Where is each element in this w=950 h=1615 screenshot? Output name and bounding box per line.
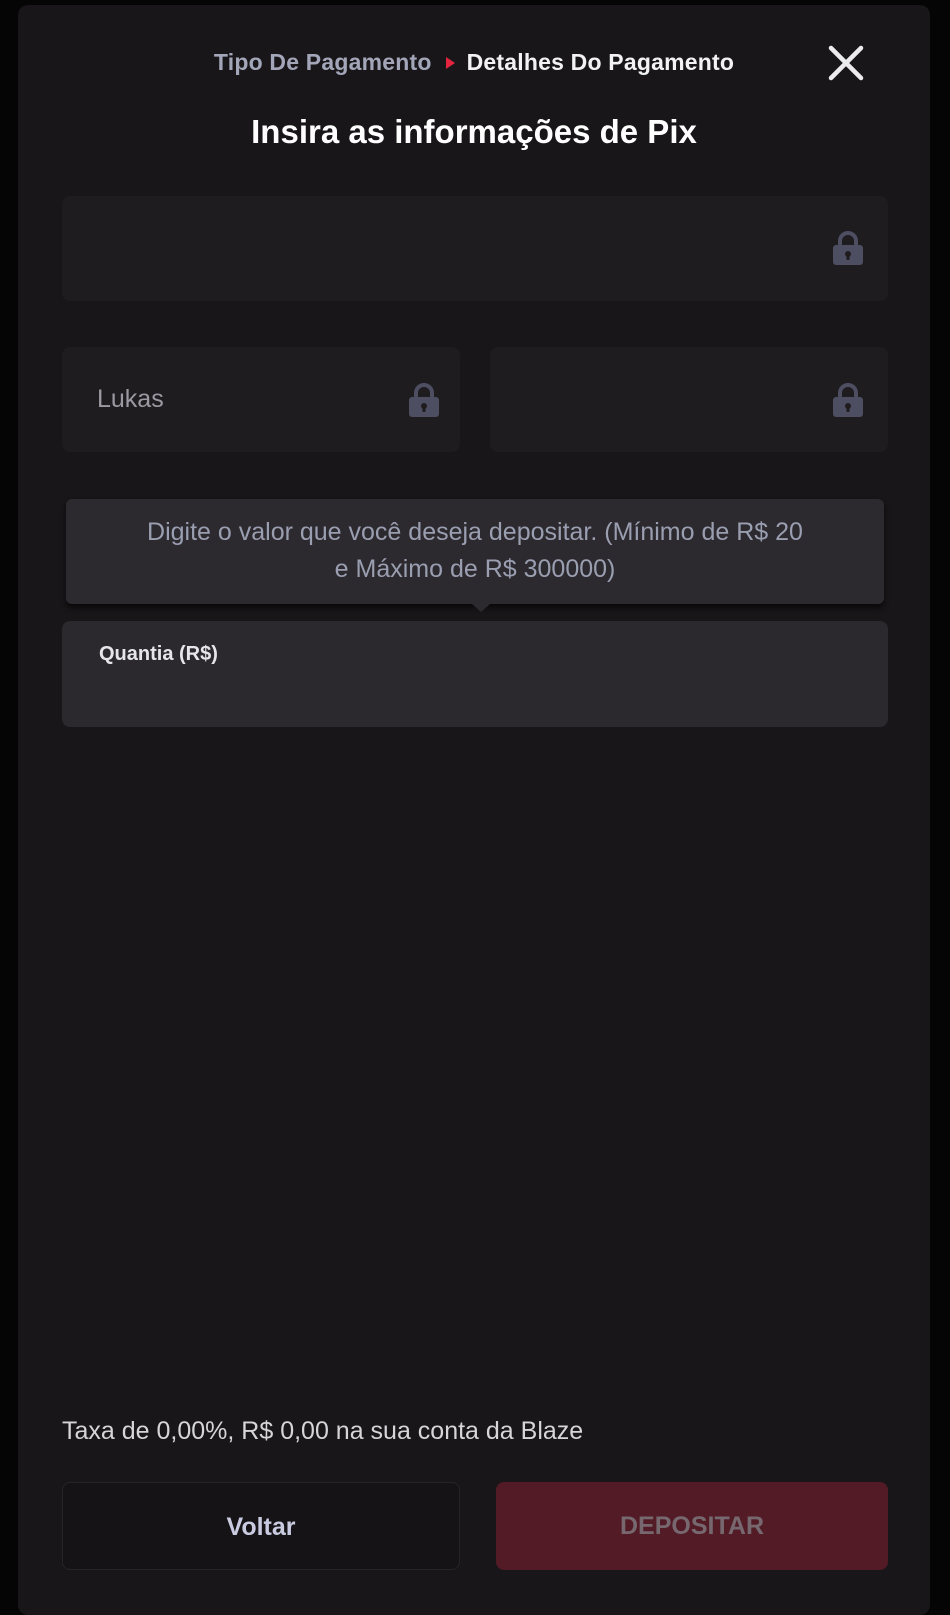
- first-name-field[interactable]: Lukas: [62, 347, 460, 452]
- fee-text: Taxa de 0,00%, R$ 0,00 na sua conta da B…: [62, 1417, 584, 1445]
- pix-key-field[interactable]: [62, 196, 888, 301]
- amount-input[interactable]: [97, 675, 861, 717]
- triangle-right-icon: [445, 56, 455, 69]
- payment-modal: Tipo De Pagamento Detalhes Do Pagamento I…: [18, 5, 930, 1615]
- lock-icon: [409, 383, 439, 417]
- breadcrumb: Tipo De Pagamento Detalhes Do Pagamento: [18, 49, 930, 76]
- back-button[interactable]: Voltar: [62, 1482, 460, 1570]
- tooltip-arrow: [472, 604, 490, 612]
- amount-field[interactable]: Quantia (R$): [62, 621, 888, 727]
- amount-tooltip: Digite o valor que você deseja depositar…: [66, 499, 884, 604]
- close-icon: [828, 45, 864, 81]
- breadcrumb-payment-details: Detalhes Do Pagamento: [466, 49, 735, 75]
- breadcrumb-payment-type[interactable]: Tipo De Pagamento: [214, 49, 432, 75]
- close-button[interactable]: [826, 43, 866, 83]
- tooltip-line-2: e Máximo de R$ 300000): [334, 555, 616, 583]
- tooltip-line-1: Digite o valor que você deseja depositar…: [147, 518, 803, 546]
- lock-icon: [833, 231, 863, 265]
- deposit-button[interactable]: DEPOSITAR: [496, 1482, 888, 1570]
- first-name-value: Lukas: [97, 385, 164, 413]
- page-title: Insira as informações de Pix: [251, 113, 697, 150]
- amount-label: Quantia (R$): [99, 643, 218, 665]
- last-name-field[interactable]: [490, 347, 888, 452]
- lock-icon: [833, 383, 863, 417]
